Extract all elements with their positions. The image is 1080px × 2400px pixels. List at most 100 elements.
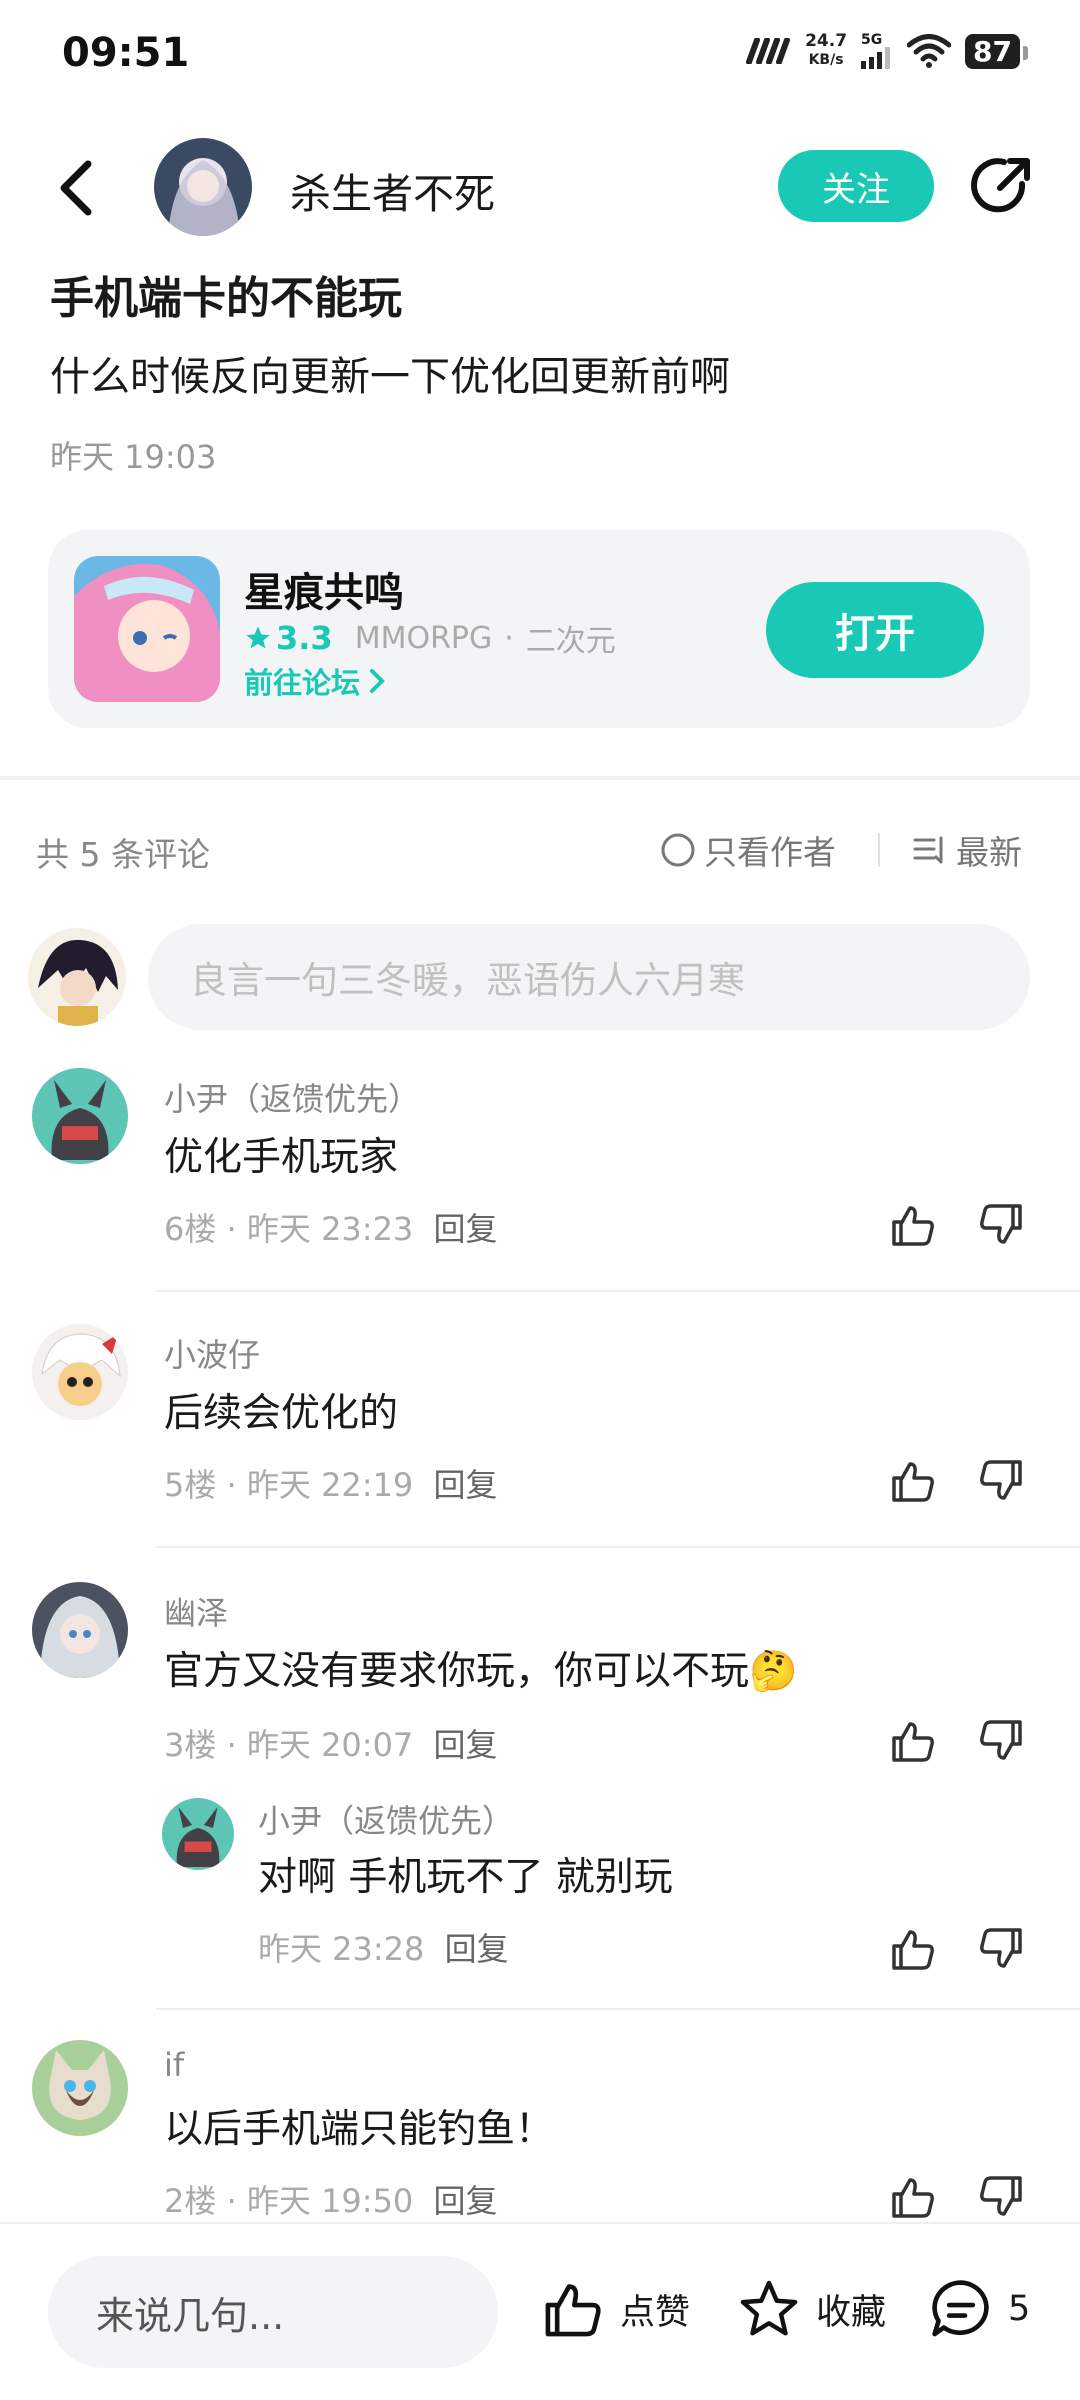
thumb-up-icon [892, 1930, 934, 1970]
comment-floor: 2楼 [164, 2182, 217, 2220]
comment-time: 昨天 23:28 [258, 1930, 425, 1968]
like-post-button[interactable]: 点赞 [540, 2276, 690, 2342]
post-time: 昨天 19:03 [50, 438, 217, 476]
favorite-button[interactable]: 收藏 [736, 2276, 886, 2342]
thumb-down-icon [980, 2176, 1022, 2216]
game-meta: 3.3 MMORPG · 二次元 [244, 616, 616, 660]
game-genre: MMORPG [354, 620, 493, 656]
comment-time: 昨天 23:23 [246, 1210, 414, 1248]
comment-meta: 3楼 · 昨天 20:07 回复 [164, 1726, 498, 1764]
section-divider [0, 776, 1080, 780]
signal-indicator: 5G [861, 33, 893, 69]
comment-text: 官方又没有要求你玩，你可以不玩🤔 [164, 1649, 798, 1694]
back-arrow-icon [60, 160, 92, 216]
thumb-up-icon [892, 1462, 934, 1502]
comment-time: 昨天 22:19 [246, 1466, 414, 1504]
battery-level: 87 [965, 33, 1028, 69]
thumb-up-icon [892, 2178, 934, 2218]
like-button[interactable] [888, 1924, 938, 1978]
thumb-up-icon [892, 1722, 934, 1762]
post-title: 手机端卡的不能玩 [50, 273, 402, 324]
like-button[interactable] [888, 1200, 938, 1254]
commenter-avatar[interactable] [32, 2040, 128, 2136]
dislike-button[interactable] [976, 1456, 1026, 1510]
comment-item: if 以后手机端只能钓鱼！ 2楼 · 昨天 19:50 回复 [0, 2040, 1080, 2222]
open-game-button[interactable]: 打开 [766, 582, 984, 678]
thumb-up-icon [545, 2284, 601, 2337]
filter-divider [878, 833, 880, 867]
back-button[interactable] [48, 150, 108, 226]
star-icon [246, 626, 270, 649]
comment-floor: 5楼 [164, 1466, 217, 1504]
like-button[interactable] [888, 1716, 938, 1770]
reply-button[interactable]: 回复 [433, 1726, 497, 1764]
dislike-button[interactable] [976, 1716, 1026, 1770]
my-avatar [28, 928, 126, 1026]
comment-time: 昨天 19:50 [246, 2182, 414, 2220]
author-only-toggle[interactable]: 只看作者 [660, 826, 836, 874]
comment-item: 幽泽 官方又没有要求你玩，你可以不玩🤔 3楼 · 昨天 20:07 回复 小尹（… [0, 1574, 1080, 2004]
game-icon[interactable] [74, 556, 220, 702]
comment-meta: 5楼 · 昨天 22:19 回复 [164, 1466, 498, 1504]
comment-bubble-icon [932, 2280, 989, 2337]
comment-separator [156, 1546, 1080, 1548]
thumb-up-icon [892, 1206, 934, 1246]
comment-text: 以后手机端只能钓鱼！ [164, 2107, 555, 2152]
forum-link[interactable]: 前往论坛 [244, 660, 386, 702]
reply-button[interactable]: 回复 [433, 2182, 497, 2220]
author-name[interactable]: 杀生者不死 [290, 160, 495, 220]
dislike-button[interactable] [976, 1924, 1026, 1978]
comment-separator [156, 2008, 1080, 2010]
comment-count: 共 5 条评论 [36, 835, 210, 874]
commenter-avatar[interactable] [32, 1582, 128, 1678]
thumb-down-icon [980, 1928, 1022, 1968]
status-time: 09:51 [62, 30, 190, 76]
comment-text: 优化手机玩家 [164, 1135, 399, 1180]
comment-floor: 6楼 [164, 1210, 217, 1248]
like-button[interactable] [888, 2172, 938, 2222]
commenter-name[interactable]: 幽泽 [164, 1588, 228, 1634]
commenter-name[interactable]: 小尹（返馈优先） [258, 1796, 514, 1842]
share-icon [971, 158, 1030, 213]
comment-item: 小波仔 后续会优化的 5楼 · 昨天 22:19 回复 [0, 1316, 1080, 1546]
reply-button[interactable]: 回复 [445, 1930, 509, 1968]
follow-button[interactable]: 关注 [778, 150, 934, 222]
signal-bars-icon [861, 47, 891, 69]
commenter-name[interactable]: if [164, 2046, 184, 2084]
comments-button[interactable]: 5 [928, 2276, 1030, 2342]
commenter-avatar[interactable] [32, 1324, 128, 1420]
status-indicators: 24.7 KB/s 5G 87 [745, 32, 1028, 70]
author-avatar[interactable] [154, 138, 252, 236]
reply-button[interactable]: 回复 [433, 1210, 497, 1248]
commenter-avatar[interactable] [162, 1798, 234, 1870]
thumb-down-icon [980, 1720, 1022, 1760]
reply-button[interactable]: 回复 [433, 1466, 497, 1504]
chevron-right-icon [370, 669, 385, 693]
compose-comment-input[interactable]: 良言一句三冬暖，恶语伤人六月寒 [148, 924, 1030, 1030]
bottom-comment-input[interactable]: 来说几句... [48, 2256, 498, 2368]
comment-meta: 2楼 · 昨天 19:50 回复 [164, 2182, 498, 2220]
wifi-icon [907, 34, 952, 68]
sub-reply: 小尹（返馈优先） 对啊 手机玩不了 就别玩 昨天 23:28 回复 [160, 1796, 1080, 1986]
comment-meta: 昨天 23:28 回复 [258, 1924, 509, 1970]
dislike-button[interactable] [976, 2172, 1026, 2222]
like-button[interactable] [888, 1456, 938, 1510]
comment-floor: 3楼 [164, 1726, 217, 1764]
commenter-name[interactable]: 小波仔 [164, 1330, 260, 1376]
bottom-action-bar: 来说几句... 点赞 收藏 5 [0, 2222, 1080, 2400]
carrier-logo-icon [746, 38, 791, 64]
sort-toggle[interactable]: 最新 [912, 826, 1022, 874]
game-card[interactable]: 星痕共鸣 3.3 MMORPG · 二次元 前往论坛 打开 [48, 530, 1030, 728]
commenter-name[interactable]: 小尹（返馈优先） [164, 1074, 420, 1120]
star-outline-icon [740, 2280, 798, 2336]
share-button[interactable] [966, 150, 1038, 222]
radio-circle-icon [661, 833, 695, 867]
game-name: 星痕共鸣 [244, 570, 404, 616]
comment-text: 后续会优化的 [164, 1391, 399, 1436]
dislike-button[interactable] [976, 1200, 1026, 1254]
commenter-avatar[interactable] [32, 1068, 128, 1164]
sort-list-icon [913, 836, 943, 864]
post-body: 什么时候反向更新一下优化回更新前啊 [50, 354, 730, 400]
game-rating: 3.3 [244, 619, 333, 657]
comment-text: 对啊 手机玩不了 就别玩 [258, 1855, 673, 1900]
